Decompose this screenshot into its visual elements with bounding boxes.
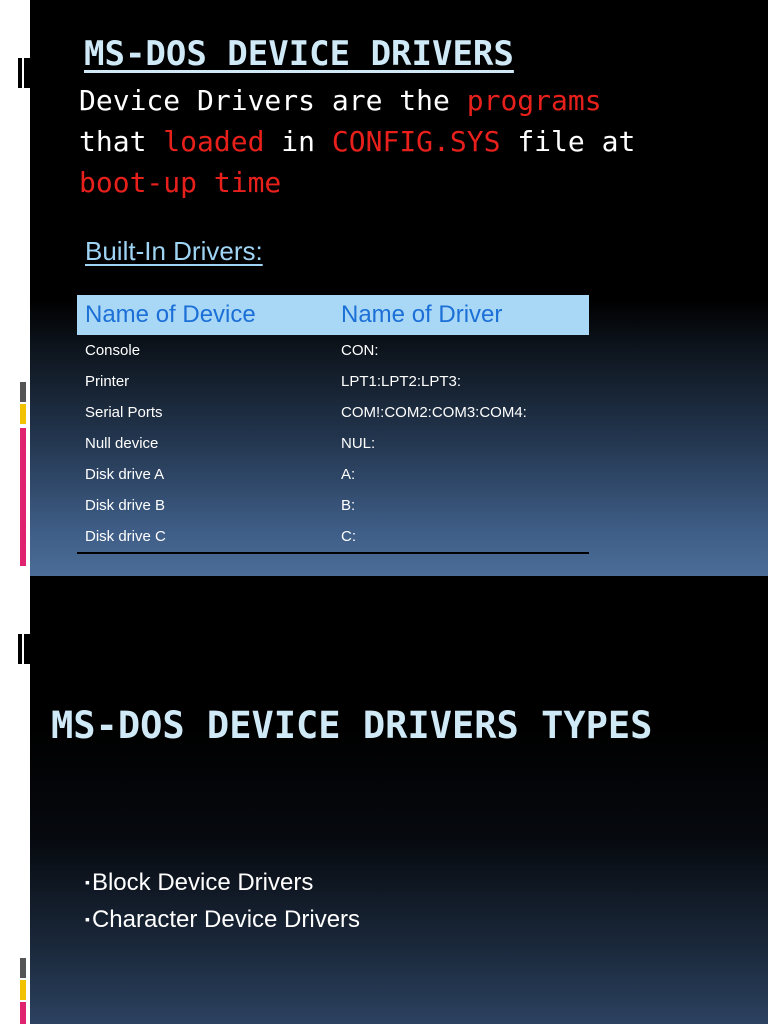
- device-name-cell: Disk drive A: [85, 466, 165, 483]
- table-row: Printer LPT1:LPT2:LPT3:: [77, 366, 589, 397]
- left-gutter: [0, 0, 30, 1024]
- list-item: ▪Block Device Drivers: [85, 869, 314, 896]
- device-name-cell: Disk drive B: [85, 497, 166, 514]
- device-name-cell: Null device: [85, 435, 159, 452]
- driver-name-cell: LPT1:LPT2:LPT3:: [341, 373, 462, 390]
- list-item: ▪Character Device Drivers: [85, 906, 361, 933]
- table-row: Console CON:: [77, 335, 589, 366]
- slide-title: MS-DOS DEVICE DRIVERS TYPES: [51, 704, 653, 747]
- driver-name-cell: NUL:: [341, 435, 376, 452]
- device-name-cell: Serial Ports: [85, 404, 163, 421]
- table-row: Disk drive B B:: [77, 490, 589, 521]
- table-row: Disk drive C C:: [77, 521, 589, 554]
- driver-name-cell: B:: [341, 497, 356, 514]
- highlight-programs: programs: [466, 84, 602, 117]
- drivers-table: Name of Device Name of Driver Console CO…: [77, 295, 589, 554]
- section-title: Built-In Drivers:: [85, 236, 263, 266]
- intro-text: Device Drivers are the programs that loa…: [79, 84, 636, 199]
- device-name-cell: Disk drive C: [77, 521, 333, 554]
- highlight-config-sys: CONFIG.SYS: [331, 125, 501, 158]
- table-row: Null device NUL:: [77, 428, 589, 459]
- table-header-row: Name of Device Name of Driver: [77, 295, 589, 335]
- slide-title: MS-DOS DEVICE DRIVERS: [84, 34, 514, 74]
- table-row: Disk drive A A:: [77, 459, 589, 490]
- driver-name-cell: CON:: [341, 342, 379, 359]
- column-header-device: Name of Device: [77, 295, 333, 335]
- column-header-driver: Name of Driver: [333, 295, 589, 335]
- square-bullet-icon: ▪: [85, 911, 90, 927]
- device-name-cell: Console: [85, 342, 141, 359]
- highlight-loaded: loaded: [163, 125, 265, 158]
- driver-name-cell: COM!:COM2:COM3:COM4:: [341, 404, 527, 421]
- highlight-boot-up-time: boot-up time: [79, 166, 282, 199]
- square-bullet-icon: ▪: [85, 874, 90, 890]
- driver-name-cell: A:: [341, 466, 356, 483]
- driver-name-cell: C:: [333, 521, 589, 554]
- bullet-list: ▪Block Device Drivers ▪Character Device …: [85, 864, 360, 938]
- slide-1: MS-DOS DEVICE DRIVERS Device Drivers are…: [30, 0, 768, 576]
- device-name-cell: Printer: [85, 373, 130, 390]
- slide-2: MS-DOS DEVICE DRIVERS TYPES ▪Block Devic…: [30, 576, 768, 1024]
- table-row: Serial Ports COM!:COM2:COM3:COM4:: [77, 397, 589, 428]
